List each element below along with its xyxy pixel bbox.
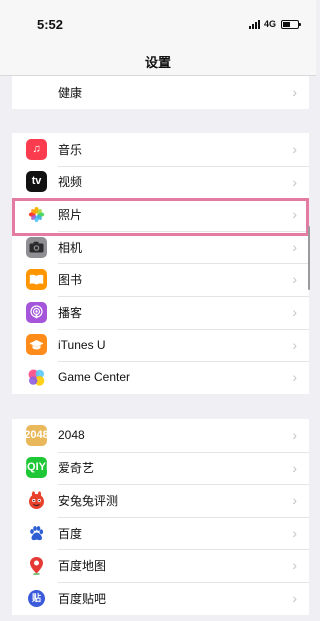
iqiyi-icon: iQIYI [26,457,47,479]
settings-row-books[interactable]: 图书 › [12,263,309,296]
settings-row-antutu[interactable]: 安兔兔评测 › [12,484,309,517]
settings-group-health: ❤ 健康 › [12,76,309,109]
chevron-right-icon: › [292,173,297,190]
status-indicators: 4G [248,19,301,29]
settings-row-label: 播客 [58,305,83,320]
chevron-right-icon: › [292,427,297,443]
chevron-right-icon: › [292,303,297,320]
chevron-right-icon: › [292,141,297,157]
settings-row-label: 音乐 [58,142,83,157]
baidu-tieba-icon-text: 贴 [28,589,45,607]
status-bar: 5:52 4G [0,0,316,42]
antutu-icon [26,489,47,511]
apple-tv-icon-text: tv [31,175,42,188]
music-icon: ♫ [26,138,47,160]
heart-icon: ❤ [26,81,47,103]
settings-row-podcasts[interactable]: 播客 › [12,295,309,329]
settings-row-label: 安兔兔评测 [58,493,119,508]
settings-row-photos[interactable]: 照片 › [12,198,309,231]
chevron-right-icon: › [292,492,297,509]
chevron-right-icon: › [292,459,297,476]
settings-row-label: 百度 [58,526,83,541]
navigation-bar: 设置 [0,42,316,76]
settings-row-camera[interactable]: 相机 › [12,230,309,264]
settings-row-label: 健康 [58,85,83,100]
settings-row-music[interactable]: ♫ 音乐 › [12,133,309,166]
chevron-right-icon: › [292,206,297,223]
chevron-right-icon: › [292,557,297,574]
podcasts-icon [26,301,47,323]
settings-row-label: Game Center [58,370,131,385]
settings-row-tv[interactable]: tv 视频 › [12,165,309,199]
baidu-map-pin-icon [26,555,47,577]
status-time: 5:52 [37,17,64,32]
baidu-paw-icon [26,522,47,544]
settings-group-apple-apps: ♫ 音乐 › tv 视频 › 照片 › 相机 › 图书 › 播客 › iTune… [12,133,309,394]
camera-icon [26,236,47,258]
app-2048-icon-text: 2048 [26,428,47,441]
page-title: 设置 [144,55,171,70]
settings-row-label: 百度地图 [58,559,107,574]
settings-row-health[interactable]: ❤ 健康 › [12,76,309,109]
itunes-u-icon [26,334,47,356]
settings-row-label: 图书 [58,273,83,288]
settings-group-third-party-apps: 2048 2048 › iQIYI 爱奇艺 › 安兔兔评测 › [12,419,309,615]
settings-row-label: iTunes U [58,337,106,352]
chevron-right-icon: › [292,238,297,255]
scroll-indicator[interactable] [308,226,310,290]
baidu-tieba-icon: 贴 [26,587,47,609]
settings-row-game-center[interactable]: Game Center › [12,361,309,394]
app-2048-icon: 2048 [26,424,47,446]
settings-row-label: 照片 [58,207,83,222]
chevron-right-icon: › [292,336,297,353]
settings-row-baidu[interactable]: 百度 › [12,516,309,550]
chevron-right-icon: › [292,84,297,100]
battery-icon [281,19,301,29]
apple-tv-icon: tv [26,171,47,193]
network-type: 4G [263,19,276,29]
settings-row-baidu-tieba[interactable]: 贴 百度贴吧 › [12,581,309,615]
iqiyi-icon-text: iQIYI [26,461,47,474]
settings-row-itunes-u[interactable]: iTunes U › [12,328,309,362]
settings-row-2048[interactable]: 2048 2048 › [12,419,309,452]
chevron-right-icon: › [292,271,297,288]
books-icon [26,269,47,291]
settings-row-label: 相机 [58,240,83,255]
settings-row-baidu-map[interactable]: 百度地图 › [12,549,309,582]
settings-row-label: 视频 [58,175,83,190]
settings-row-label: 百度贴吧 [58,591,107,606]
photos-icon [26,203,47,225]
chevron-right-icon: › [292,589,297,606]
settings-row-label: 爱奇艺 [58,461,95,476]
signal-strength-icon [248,19,260,29]
settings-row-label: 2048 [58,428,85,443]
game-center-icon [26,366,47,388]
chevron-right-icon: › [292,369,297,386]
chevron-right-icon: › [292,524,297,541]
settings-row-iqiyi[interactable]: iQIYI 爱奇艺 › [12,451,309,485]
